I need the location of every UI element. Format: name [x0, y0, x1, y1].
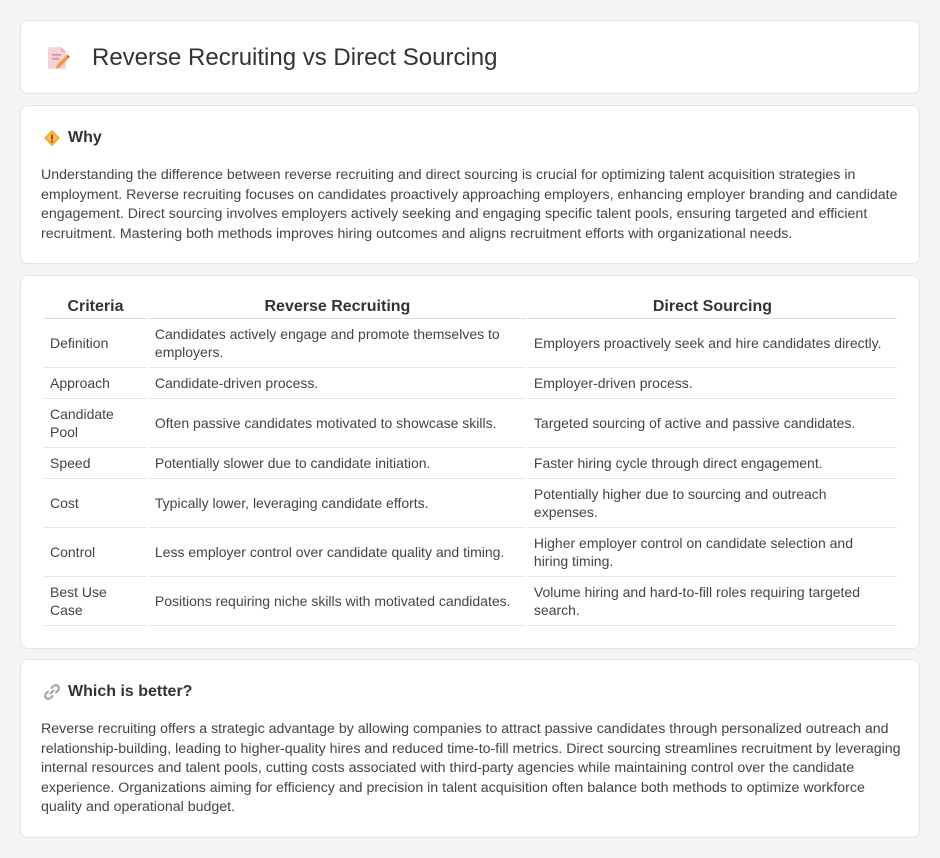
which-is-better-section: Which is better? Reverse recruiting offe…: [20, 659, 920, 838]
table-row: Speed Potentially slower due to candidat…: [44, 448, 897, 479]
comparison-section: Criteria Reverse Recruiting Direct Sourc…: [20, 275, 920, 649]
direct-cell: Targeted sourcing of active and passive …: [527, 399, 897, 448]
direct-cell: Volume hiring and hard-to-fill roles req…: [527, 577, 897, 626]
direct-cell: Potentially higher due to sourcing and o…: [527, 479, 897, 528]
criteria-cell: Definition: [44, 319, 147, 368]
reverse-cell: Positions requiring niche skills with mo…: [148, 577, 526, 626]
reverse-cell: Candidate-driven process.: [148, 368, 526, 399]
better-heading: Which is better?: [42, 681, 192, 703]
table-row: Definition Candidates actively engage an…: [44, 319, 897, 368]
page-title: Reverse Recruiting vs Direct Sourcing: [92, 44, 498, 71]
why-paragraph: Understanding the difference between rev…: [41, 167, 898, 242]
header-reverse-recruiting: Reverse Recruiting: [148, 295, 526, 319]
why-heading: Why: [42, 127, 102, 149]
table-row: Best Use Case Positions requiring niche …: [44, 577, 897, 626]
criteria-cell: Cost: [44, 479, 147, 528]
comparison-table: Criteria Reverse Recruiting Direct Sourc…: [42, 295, 899, 626]
better-paragraph: Reverse recruiting offers a strategic ad…: [41, 721, 901, 815]
why-section: Why Understanding the difference between…: [20, 105, 920, 264]
table-row: Candidate Pool Often passive candidates …: [44, 399, 897, 448]
reverse-cell: Typically lower, leveraging candidate ef…: [148, 479, 526, 528]
reverse-cell: Often passive candidates motivated to sh…: [148, 399, 526, 448]
header-criteria: Criteria: [44, 295, 147, 319]
direct-cell: Faster hiring cycle through direct engag…: [527, 448, 897, 479]
criteria-cell: Control: [44, 528, 147, 577]
reverse-cell: Candidates actively engage and promote t…: [148, 319, 526, 368]
reverse-cell: Less employer control over candidate qua…: [148, 528, 526, 577]
direct-cell: Employer-driven process.: [527, 368, 897, 399]
criteria-cell: Approach: [44, 368, 147, 399]
direct-cell: Employers proactively seek and hire cand…: [527, 319, 897, 368]
why-title: Why: [68, 129, 102, 146]
criteria-cell: Candidate Pool: [44, 399, 147, 448]
direct-cell: Higher employer control on candidate sel…: [527, 528, 897, 577]
better-title: Which is better?: [68, 683, 193, 700]
table-row: Control Less employer control over candi…: [44, 528, 897, 577]
table-row: Cost Typically lower, leveraging candida…: [44, 479, 897, 528]
link-icon: [44, 684, 60, 700]
criteria-cell: Speed: [44, 448, 147, 479]
table-row: Approach Candidate-driven process. Emplo…: [44, 368, 897, 399]
diamond-warning-icon: [44, 130, 60, 146]
criteria-cell: Best Use Case: [44, 577, 147, 626]
header-card: Reverse Recruiting vs Direct Sourcing: [20, 20, 920, 94]
reverse-cell: Potentially slower due to candidate init…: [148, 448, 526, 479]
header-direct-sourcing: Direct Sourcing: [527, 295, 897, 319]
table-header-row: Criteria Reverse Recruiting Direct Sourc…: [44, 295, 897, 319]
document-pencil-icon: [48, 47, 70, 69]
